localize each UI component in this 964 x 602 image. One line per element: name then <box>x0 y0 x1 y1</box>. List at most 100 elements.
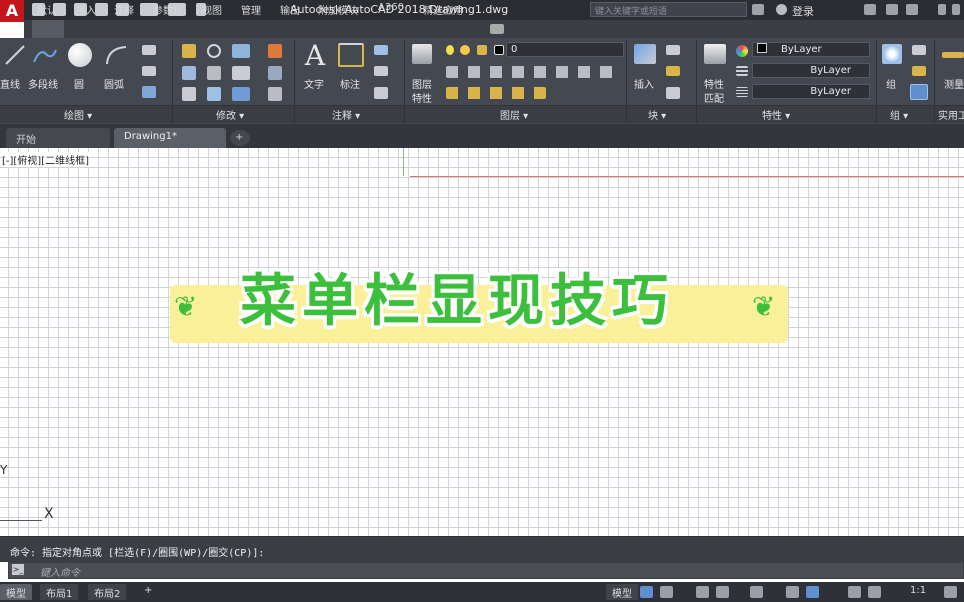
array-icon[interactable] <box>232 87 250 101</box>
layer-tools-row2[interactable] <box>446 87 546 99</box>
annotation-scale[interactable]: 1:1 <box>904 584 932 600</box>
trim-icon[interactable] <box>232 44 250 58</box>
region-icon[interactable] <box>142 86 156 98</box>
tab-parametric[interactable]: 参数化 <box>153 2 183 17</box>
dimension-icon[interactable] <box>338 43 364 67</box>
lock-icon[interactable] <box>477 45 487 55</box>
layer-properties-button-line2[interactable]: 特性 <box>412 90 432 105</box>
sun-icon[interactable] <box>460 45 470 55</box>
match-properties-icon[interactable] <box>704 44 726 64</box>
circle-button[interactable]: 圆 <box>74 76 84 91</box>
binoculars-icon[interactable] <box>752 4 764 15</box>
tab-a360[interactable]: A360 <box>378 2 404 13</box>
save-as-icon[interactable] <box>95 3 108 16</box>
tab-default[interactable]: 默认 <box>37 2 57 17</box>
exchange-icon[interactable] <box>886 4 898 15</box>
create-block-icon[interactable] <box>666 45 680 55</box>
move-icon[interactable] <box>182 44 196 58</box>
table-icon[interactable] <box>374 87 388 99</box>
layer-properties-icon[interactable] <box>412 44 432 64</box>
leader-icon[interactable] <box>374 66 388 76</box>
command-input[interactable] <box>8 562 964 579</box>
match-properties-line2[interactable]: 匹配 <box>704 90 724 105</box>
linetype-dropdown[interactable]: ByLayer <box>752 63 870 78</box>
group-button[interactable]: 组 <box>886 76 896 91</box>
color-dropdown[interactable]: ByLayer <box>752 42 870 57</box>
sign-in-button[interactable]: 登录 <box>792 3 814 19</box>
annotation-panel-title[interactable]: 注释 ▾ <box>332 107 360 122</box>
search-input[interactable]: 键入关键字或短语 <box>590 2 747 17</box>
erase-icon[interactable] <box>268 44 282 58</box>
light-bulb-icon[interactable] <box>446 45 454 55</box>
grid-icon[interactable] <box>640 586 653 598</box>
cart-icon[interactable] <box>864 4 876 15</box>
tab-manage[interactable]: 管理 <box>241 2 261 17</box>
fillet-icon[interactable] <box>232 66 250 80</box>
model-space-button[interactable]: 模型 <box>606 584 638 600</box>
polyline-icon[interactable] <box>32 44 58 66</box>
group-icon[interactable] <box>882 44 902 64</box>
layer-properties-button-line1[interactable]: 图层 <box>412 76 432 91</box>
utilities-panel-title[interactable]: 实用工 <box>938 107 964 122</box>
tab-insert[interactable]: 插入 <box>76 2 96 17</box>
groups-panel-title[interactable]: 组 ▾ <box>890 107 908 122</box>
draw-panel-title[interactable]: 绘图 ▾ <box>64 107 92 122</box>
match-properties-line1[interactable]: 特性 <box>704 76 724 91</box>
selection-cycling-icon[interactable] <box>806 586 819 598</box>
tab-layout1[interactable]: 布局1 <box>40 584 79 600</box>
scale-icon[interactable] <box>207 87 221 101</box>
ortho-icon[interactable] <box>696 586 709 598</box>
group-select-icon[interactable] <box>910 84 928 100</box>
hatch-icon[interactable] <box>142 66 156 76</box>
viewport-controls[interactable]: [-][俯视][二维线框] <box>2 152 90 167</box>
tab-model[interactable]: 模型 <box>0 584 32 600</box>
insert-button[interactable]: 插入 <box>634 76 654 91</box>
attribute-icon[interactable] <box>666 87 680 99</box>
group-edit-icon[interactable] <box>912 66 926 76</box>
edit-block-icon[interactable] <box>666 66 680 76</box>
text-icon[interactable]: A <box>302 40 328 72</box>
minimize-icon[interactable] <box>938 4 946 15</box>
explode-icon[interactable] <box>268 66 282 80</box>
rotate-icon[interactable] <box>207 44 221 58</box>
layer-tools-row1[interactable] <box>446 66 618 78</box>
tab-addins[interactable]: 附加模块 <box>318 2 358 17</box>
tab-layout2[interactable]: 布局2 <box>88 584 127 600</box>
tab-start[interactable]: 开始 <box>6 128 110 148</box>
line-button[interactable]: 直线 <box>0 76 20 91</box>
insert-block-icon[interactable] <box>634 44 656 64</box>
stretch-icon[interactable] <box>182 87 196 101</box>
properties-panel-title[interactable]: 特性 ▾ <box>762 107 790 122</box>
modify-panel-title[interactable]: 修改 ▾ <box>216 107 244 122</box>
command-prompt-icon[interactable]: >_ <box>12 564 24 575</box>
block-panel-title[interactable]: 块 ▾ <box>648 107 666 122</box>
tab-featured-apps[interactable]: 精选应用 <box>423 2 463 17</box>
dimension-button[interactable]: 标注 <box>340 76 360 91</box>
polar-icon[interactable] <box>716 586 729 598</box>
mirror-icon[interactable] <box>207 66 221 80</box>
text-button[interactable]: 文字 <box>304 76 324 91</box>
tab-output[interactable]: 输出 <box>280 2 300 17</box>
measure-icon[interactable] <box>942 52 964 58</box>
offset-icon[interactable] <box>268 87 282 101</box>
layer-dropdown[interactable]: 0 <box>506 42 624 57</box>
layers-panel-title[interactable]: 图层 ▾ <box>500 107 528 122</box>
settings-gear-icon[interactable] <box>944 586 957 598</box>
arc-icon[interactable] <box>104 44 128 66</box>
arc-button[interactable]: 圆弧 <box>104 76 124 91</box>
tab-more-icon[interactable] <box>490 24 504 34</box>
annotation-visibility-icon[interactable] <box>848 586 861 598</box>
rectangle-icon[interactable] <box>142 45 156 55</box>
lineweight-dropdown[interactable]: ByLayer <box>752 84 870 99</box>
polyline-button[interactable]: 多段线 <box>28 76 58 91</box>
snap-icon[interactable] <box>660 586 673 598</box>
maximize-icon[interactable] <box>952 4 960 15</box>
help-icon[interactable] <box>906 4 918 15</box>
measure-button[interactable]: 测量 <box>944 76 964 91</box>
osnap-icon[interactable] <box>750 586 763 598</box>
tab-view[interactable]: 视图 <box>202 2 222 17</box>
add-layout-button[interactable]: + <box>138 584 158 600</box>
application-menu-button[interactable]: A <box>0 0 24 22</box>
ungroup-icon[interactable] <box>912 45 926 55</box>
auto-scale-icon[interactable] <box>868 586 881 598</box>
